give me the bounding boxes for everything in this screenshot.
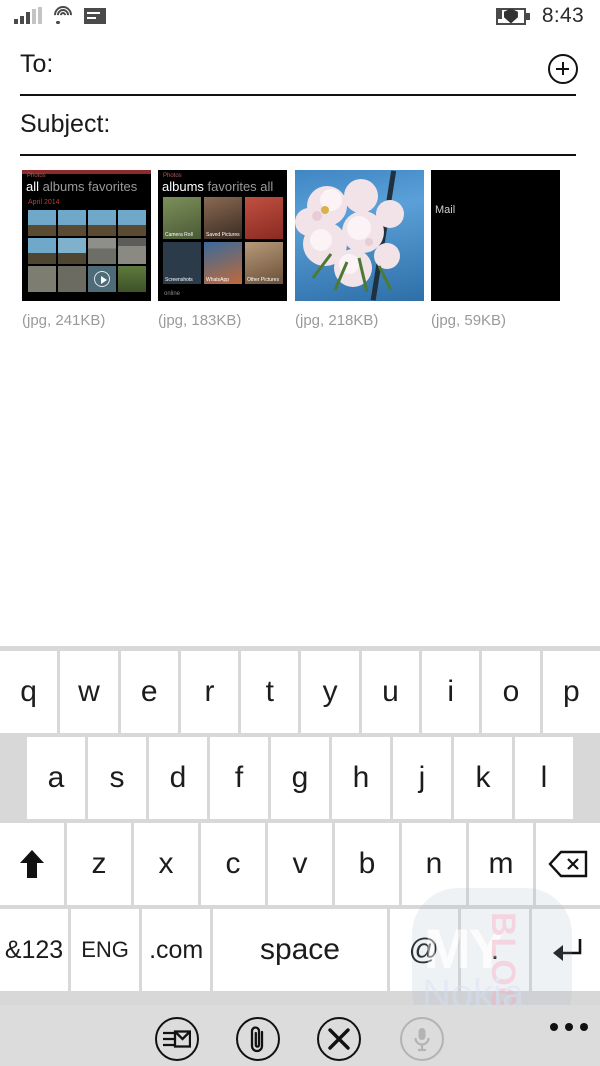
key-h[interactable]: h <box>332 737 390 819</box>
attachment-thumbnail[interactable] <box>295 170 424 301</box>
key-d[interactable]: d <box>149 737 207 819</box>
thumb-video-tile <box>88 266 116 292</box>
attachment-caption: (jpg, 218KB) <box>295 312 379 329</box>
to-field[interactable]: To: <box>0 44 600 96</box>
thumb-date-group: April 2014 <box>28 199 60 206</box>
key-c[interactable]: c <box>201 823 265 905</box>
thumb-pivot-selected: albums <box>162 179 204 194</box>
attachment-item[interactable]: (jpg, 218KB) <box>295 170 424 329</box>
on-screen-keyboard[interactable]: q w e r t y u i o p a s d f g h j k l z <box>0 646 600 1038</box>
key-s[interactable]: s <box>88 737 146 819</box>
album-tile: Saved Pictures <box>204 197 242 239</box>
key-j[interactable]: j <box>393 737 451 819</box>
key-b[interactable]: b <box>335 823 399 905</box>
album-tile: Other Pictures <box>245 242 283 284</box>
attachment-thumbnail[interactable]: Mail <box>431 170 560 301</box>
paperclip-attach-icon[interactable] <box>236 1017 280 1061</box>
close-x-icon[interactable] <box>317 1017 361 1061</box>
key-language[interactable]: ENG <box>71 909 140 991</box>
thumb-mail-label: Mail <box>435 204 456 216</box>
thumb-pivot-header: all albums favorites <box>26 179 137 194</box>
to-field-underline <box>20 94 576 96</box>
subject-field[interactable]: Subject: <box>0 104 600 156</box>
key-v[interactable]: v <box>268 823 332 905</box>
to-field-label: To: <box>20 50 54 78</box>
attachment-item[interactable]: Mail (jpg, 59KB) <box>431 170 560 329</box>
attachment-caption: (jpg, 183KB) <box>158 312 242 329</box>
thumb-pivot-selected: all <box>26 179 40 194</box>
key-o[interactable]: o <box>482 651 540 733</box>
key-p[interactable]: p <box>542 651 600 733</box>
keyboard-row-2: a s d f g h j k l <box>0 737 600 819</box>
wifi-icon <box>50 2 76 28</box>
add-contact-icon[interactable] <box>548 54 578 84</box>
attachment-thumbnail[interactable]: Photos all albums favorites April 2014 <box>22 170 151 301</box>
attachment-item[interactable]: Photos albums favorites all Camera Roll … <box>158 170 287 329</box>
key-g[interactable]: g <box>271 737 329 819</box>
key-e[interactable]: e <box>120 651 178 733</box>
attachment-thumbnail[interactable]: Photos albums favorites all Camera Roll … <box>158 170 287 301</box>
subject-field-underline <box>20 154 576 156</box>
thumb-pivot-rest: favorites all <box>207 179 274 194</box>
attachment-caption: (jpg, 241KB) <box>22 312 106 329</box>
attachment-list: Photos all albums favorites April 2014 (… <box>0 170 600 330</box>
enter-return-icon[interactable] <box>531 909 600 991</box>
album-tile-label: Camera Roll <box>165 232 193 238</box>
key-u[interactable]: u <box>361 651 420 733</box>
app-bar <box>0 1005 600 1066</box>
battery-saver-icon <box>495 7 530 25</box>
key-f[interactable]: f <box>210 737 268 819</box>
key-symbols[interactable]: &123 <box>0 909 69 991</box>
subject-field-label: Subject: <box>20 110 111 138</box>
send-mail-icon[interactable] <box>155 1017 199 1061</box>
key-k[interactable]: k <box>454 737 512 819</box>
status-bar-left-icons <box>14 2 106 28</box>
backspace-icon[interactable] <box>536 823 600 905</box>
status-bar-clock: 8:43 <box>541 4 584 27</box>
attachment-caption: (jpg, 59KB) <box>431 312 507 329</box>
more-ellipsis-icon[interactable] <box>550 1023 588 1031</box>
thumb-photo-grid <box>28 210 146 292</box>
shift-arrow-icon[interactable] <box>0 823 64 905</box>
thumb-album-grid: Camera Roll Saved Pictures Screenshots W… <box>163 197 283 284</box>
key-r[interactable]: r <box>180 651 239 733</box>
album-tile: Camera Roll <box>163 197 201 239</box>
key-t[interactable]: t <box>241 651 299 733</box>
key-w[interactable]: w <box>60 651 118 733</box>
keyboard-row-3: z x c v b n m <box>0 823 600 905</box>
sim-card-icon <box>84 8 106 24</box>
status-bar: 8:43 <box>0 0 600 36</box>
keyboard-row-4: &123 ENG .com space @ . <box>0 909 600 991</box>
key-z[interactable]: z <box>67 823 131 905</box>
key-i[interactable]: i <box>422 651 480 733</box>
album-tile-label: WhatsApp <box>206 277 230 283</box>
key-m[interactable]: m <box>469 823 533 905</box>
microphone-icon[interactable] <box>400 1017 444 1061</box>
keyboard-row-1: q w e r t y u i o p <box>0 651 600 733</box>
thumb-footer-label: online <box>164 291 181 297</box>
key-n[interactable]: n <box>402 823 466 905</box>
album-tile: Screenshots <box>163 242 201 284</box>
status-bar-right-icons: 8:43 <box>495 4 584 28</box>
album-tile: WhatsApp <box>204 242 242 284</box>
key-space[interactable]: space <box>213 909 387 991</box>
key-dotcom[interactable]: .com <box>142 909 211 991</box>
thumb-pivot-rest: albums favorites <box>42 179 138 194</box>
album-tile-label: Other Pictures <box>247 277 279 283</box>
key-l[interactable]: l <box>515 737 573 819</box>
signal-bars-icon <box>14 7 42 24</box>
cherry-blossom-photo <box>295 170 404 301</box>
thumb-pivot-header: albums favorites all <box>162 179 273 194</box>
key-a[interactable]: a <box>27 737 85 819</box>
album-tile-label: Screenshots <box>165 277 193 283</box>
key-x[interactable]: x <box>134 823 198 905</box>
key-q[interactable]: q <box>0 651 58 733</box>
key-at[interactable]: @ <box>389 909 458 991</box>
album-tile-label: Saved Pictures <box>206 232 240 238</box>
key-y[interactable]: y <box>301 651 359 733</box>
phone-screen: 8:43 To: Subject: Photos all albums favo… <box>0 0 600 1066</box>
attachment-item[interactable]: Photos all albums favorites April 2014 (… <box>22 170 151 329</box>
album-tile <box>245 197 283 239</box>
key-period[interactable]: . <box>460 909 529 991</box>
